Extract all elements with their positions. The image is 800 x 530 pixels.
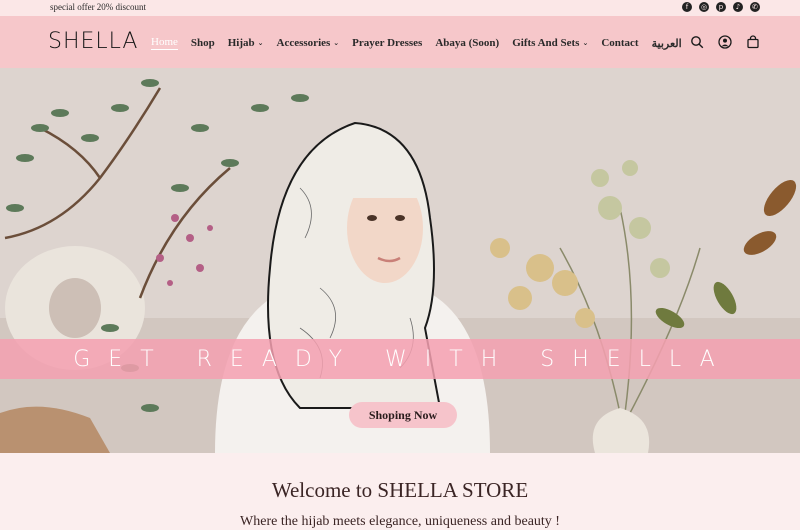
social-links: f ◎ p ♪ ✆: [682, 2, 760, 12]
search-icon[interactable]: [690, 35, 704, 49]
nav-item-label: Hijab: [227, 37, 255, 49]
hero-headline: GET READY WITH SHELLA: [73, 347, 733, 372]
nav-item-hijab[interactable]: Hijab ⌄: [228, 36, 264, 50]
nav-item-gifts-and-sets[interactable]: Gifts And Sets ⌄: [512, 36, 588, 50]
hero-image: [0, 68, 800, 453]
pinterest-icon[interactable]: p: [716, 2, 726, 12]
instagram-icon[interactable]: ◎: [699, 2, 709, 12]
shop-now-button[interactable]: Shoping Now: [349, 402, 457, 428]
nav-item-label: العربية: [651, 37, 682, 50]
nav-item-accessories[interactable]: Accessories ⌄: [277, 36, 340, 50]
welcome-title: Welcome to SHELLA STORE: [271, 478, 529, 502]
nav-item-label: Abaya (Soon): [435, 37, 500, 49]
nav-item-contact[interactable]: Contact: [601, 36, 638, 50]
hero-banner: GET READY WITH SHELLA Shoping Now: [0, 68, 800, 453]
facebook-icon[interactable]: f: [682, 2, 692, 12]
nav-item-label: Shop: [190, 37, 215, 49]
announcement-bar: special offer 20% discount f ◎ p ♪ ✆: [0, 0, 800, 16]
whatsapp-icon[interactable]: ✆: [750, 2, 760, 12]
account-icon[interactable]: [718, 35, 732, 49]
nav-item-label: Home: [151, 36, 178, 48]
nav-item-label: Accessories: [276, 37, 331, 49]
tiktok-icon[interactable]: ♪: [733, 2, 743, 12]
nav-item-home[interactable]: Home: [151, 36, 178, 50]
chevron-down-icon: ⌄: [257, 39, 264, 47]
main-nav: Home Shop Hijab ⌄ Accessories ⌄ Prayer Dre…: [151, 36, 695, 50]
offer-text: special offer 20% discount: [50, 2, 147, 12]
nav-item-label: Gifts And Sets: [512, 37, 580, 49]
nav-item-arabic[interactable]: العربية: [652, 36, 682, 50]
nav-item-abaya[interactable]: Abaya (Soon): [435, 36, 499, 50]
nav-item-prayer-dresses[interactable]: Prayer Dresses: [352, 36, 422, 50]
welcome-tagline: Where the hijab meets elegance, uniquene…: [240, 514, 560, 529]
cart-icon[interactable]: [746, 35, 760, 49]
nav-item-shop[interactable]: Shop: [191, 36, 215, 50]
logo[interactable]: SHELLA: [48, 29, 138, 54]
chevron-down-icon: ⌄: [333, 39, 340, 47]
nav-item-label: Prayer Dresses: [352, 37, 423, 49]
nav-item-label: Contact: [601, 37, 639, 49]
header-icons: [690, 35, 760, 49]
site-header: SHELLA Home Shop Hijab ⌄ Accessories ⌄ Pra…: [0, 16, 800, 68]
chevron-down-icon: ⌄: [582, 39, 589, 47]
